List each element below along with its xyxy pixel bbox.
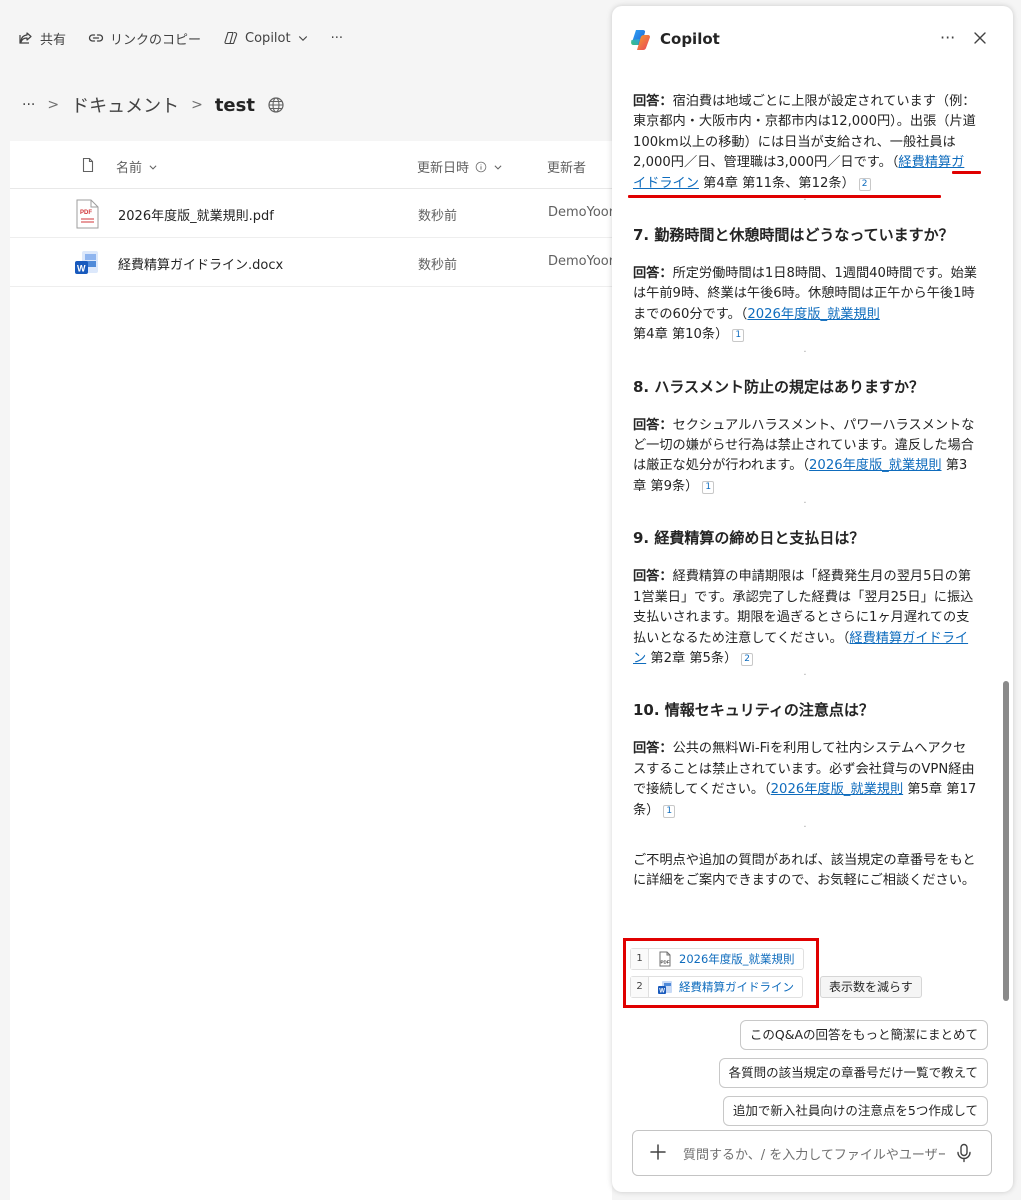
file-icon (82, 157, 94, 173)
globe-icon (268, 97, 284, 113)
name-column-label: 名前 (116, 161, 143, 176)
file-name[interactable]: 2026年度版_就業規則.pdf (118, 205, 274, 224)
separator-dot: · (803, 670, 807, 682)
word-file-icon: W (75, 251, 98, 274)
copilot-menu-button[interactable]: Copilot (223, 30, 309, 46)
citation-location: 第4章 第11条、第12条） (698, 175, 855, 191)
question-8: 8. ハラスメント防止の規定はありますか？ (633, 377, 925, 396)
table-row[interactable]: W 経費精算ガイドライン.docx 数秒前 DemoYoon (10, 238, 617, 287)
suggestion-chip[interactable]: このQ&Aの回答をもっと簡潔にまとめて (739, 1020, 988, 1050)
modified-by-column-header[interactable]: 更新者 (547, 157, 586, 176)
list-header: 名前 更新日時 更新者 (10, 141, 612, 189)
breadcrumb: ··· > ドキュメント > test (22, 92, 285, 118)
svg-text:PDF: PDF (80, 210, 92, 216)
answer-7: 回答：所定労働時間は1日8時間、1週間40時間です。始業は午前9時、終業は午後6… (633, 266, 977, 343)
suggestion-chip[interactable]: 追加で新入社員向けの注意点を5つ作成して (722, 1096, 988, 1126)
copy-link-label: リンクのコピー (110, 32, 202, 48)
share-button[interactable]: 共有 (18, 29, 66, 48)
chevron-right-icon: > (47, 97, 60, 113)
answer-10: 回答：公共の無料Wi-Fiを利用して社内システムへアクセスすることは禁止されてい… (633, 741, 977, 818)
reference-marker[interactable]: 2 (741, 652, 754, 666)
chevron-right-icon: > (191, 97, 203, 113)
question-10: 10. 情報セキュリティの注意点は？ (633, 701, 874, 720)
citation-link[interactable]: 2026年度版_就業規則 (747, 307, 879, 322)
answer-8: 回答：セクシュアルハラスメント、パワーハラスメントなど一切の嫌がらせ行為は禁止さ… (633, 417, 975, 494)
chevron-down-icon (494, 164, 502, 170)
answer-9: 回答：経費精算の申請期限は「経費発生月の翌月5日の第1営業日」です。承認完了した… (633, 569, 974, 666)
separator-dot: · (803, 821, 807, 833)
microphone-icon[interactable] (955, 1143, 973, 1163)
closing-message: ご不明点や追加の質問があれば、該当規定の章番号をもとに詳細をご案内できますので、… (633, 852, 976, 889)
more-icon: ··· (330, 30, 343, 46)
add-icon[interactable] (649, 1143, 667, 1161)
question-9: 9. 経費精算の締め日と支払日は？ (633, 529, 865, 548)
separator-dot: · (803, 346, 807, 358)
composer-input[interactable]: 質問するか、/ を入力してファイルやユーザーを参照します (683, 1144, 945, 1163)
answer-label: 回答 (633, 94, 660, 109)
file-modified-by: DemoYoon (548, 254, 617, 269)
svg-text:W: W (77, 264, 86, 274)
file-modified: 数秒前 (418, 209, 458, 224)
copilot-composer[interactable]: 質問するか、/ を入力してファイルやユーザーを参照します (632, 1130, 992, 1176)
command-bar: 共有 リンクのコピー Copilot ··· (18, 26, 343, 50)
separator-dot: · (803, 498, 807, 510)
annotation-box (623, 938, 819, 1008)
citation-location: 第4章 第10条） (633, 327, 729, 343)
answer-label: 回答 (633, 266, 660, 282)
copilot-logo-icon (631, 30, 650, 50)
citation-link[interactable]: 2026年度版_就業規則 (771, 782, 903, 797)
reference-marker[interactable]: 1 (702, 480, 715, 494)
reference-marker[interactable]: 2 (858, 177, 871, 191)
copilot-menu-label: Copilot (245, 30, 291, 46)
file-name[interactable]: 経費精算ガイドライン.docx (118, 254, 283, 273)
modified-by-column-label: 更新者 (547, 161, 587, 176)
reference-marker[interactable]: 1 (663, 804, 676, 818)
share-label: 共有 (40, 32, 67, 48)
copy-link-button[interactable]: リンクのコピー (88, 29, 201, 48)
file-modified-by: DemoYoon (548, 205, 617, 220)
modified-column-label: 更新日時 (417, 161, 470, 176)
modified-column-header[interactable]: 更新日時 (417, 157, 503, 176)
citation-link[interactable]: 2026年度版_就業規則 (809, 458, 941, 473)
file-modified: 数秒前 (418, 258, 458, 273)
answer-label: 回答 (633, 569, 660, 585)
citation-location: 第2章 第5条） (646, 650, 738, 666)
info-icon (475, 161, 487, 172)
copilot-outline-icon (224, 31, 238, 45)
show-less-button[interactable]: 表示数を減らす (820, 976, 922, 998)
annotation-underline (952, 171, 981, 174)
suggestion-chip[interactable]: 各質問の該当規定の章番号だけ一覧で教えて (718, 1058, 988, 1088)
copilot-header: Copilot ··· (612, 6, 1013, 74)
copilot-more-button[interactable]: ··· (940, 28, 955, 47)
copilot-scrollbar-thumb[interactable] (1003, 681, 1009, 1001)
copilot-response: 回答：宿泊費は地域ごとに上限が設定されています（例：東京都内・大阪市内・京都市内… (633, 92, 977, 892)
answer-label: 回答 (633, 741, 660, 757)
link-icon (88, 34, 104, 42)
chevron-down-icon (149, 164, 157, 170)
question-7: 7. 勤務時間と休憩時間はどうなっていますか？ (633, 226, 954, 245)
file-list: 名前 更新日時 更新者 PDF 2026年度版_就業規則.pdf 数秒前 Dem… (10, 141, 617, 1200)
annotation-underline (628, 195, 941, 198)
chevron-down-icon (298, 36, 307, 42)
close-icon[interactable] (972, 30, 988, 46)
share-icon (19, 32, 32, 44)
answer-label: 回答 (633, 417, 660, 433)
breadcrumb-overflow-button[interactable]: ··· (22, 97, 35, 113)
copilot-title: Copilot (660, 30, 720, 48)
reference-marker[interactable]: 1 (732, 329, 745, 343)
breadcrumb-current: test (214, 94, 255, 116)
pdf-file-icon: PDF (76, 199, 99, 229)
name-column-header[interactable]: 名前 (116, 157, 158, 176)
answer-6: 回答：宿泊費は地域ごとに上限が設定されています（例：東京都内・大阪市内・京都市内… (633, 94, 976, 191)
file-type-column-header[interactable] (80, 157, 96, 173)
breadcrumb-documents[interactable]: ドキュメント (71, 92, 179, 118)
more-commands-button[interactable]: ··· (331, 31, 343, 46)
copilot-panel: Copilot ··· 回答：宿泊費は地域ごとに上限が設定されています（例：東京… (612, 6, 1013, 1192)
table-row[interactable]: PDF 2026年度版_就業規則.pdf 数秒前 DemoYoon (10, 189, 617, 238)
